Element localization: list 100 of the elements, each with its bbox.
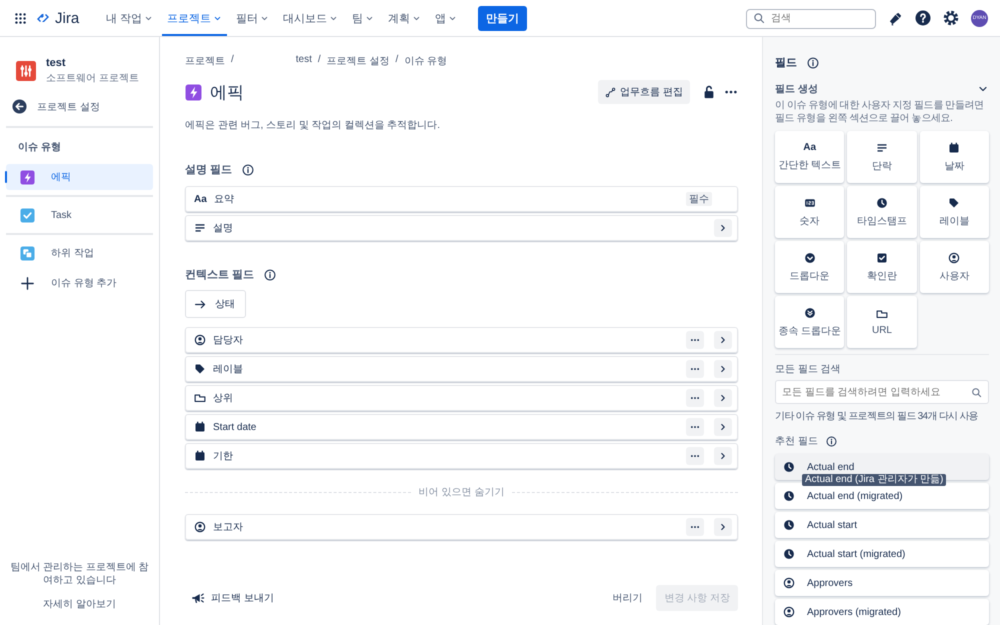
nav-menu[interactable]: 프로젝트	[162, 0, 228, 36]
hint-text: 이 이슈 유형에 대한 사용자 지정 필드를 만들려면 필드 유형을 왼쪽 섹션으로 끌어 놓으세요.	[775, 99, 985, 125]
field-type-card[interactable]: 드롭다운	[775, 241, 844, 293]
field-type-card[interactable]: 날짜	[920, 131, 989, 183]
field-type-label: 드롭다운	[790, 270, 830, 282]
field-row[interactable]: 설명	[185, 215, 738, 241]
feedback-button[interactable]: 피드백 보내기	[185, 587, 280, 609]
field-type-card[interactable]: 확인란	[847, 241, 917, 293]
expand-button[interactable]	[714, 518, 732, 536]
field-type-card[interactable]: Aa 간단한 텍스트	[775, 131, 844, 183]
breadcrumb-link[interactable]: 이슈 유형	[404, 54, 448, 68]
field-type-card[interactable]: URL	[847, 296, 917, 348]
breadcrumb-link[interactable]: 프로젝트	[185, 54, 225, 68]
clock-icon	[876, 196, 888, 208]
issue-type-item[interactable]: 하위 작업	[6, 240, 153, 266]
search-label: 모든 필드 검색	[775, 363, 842, 376]
add-issue-type-item[interactable]: 이슈 유형 추가	[6, 270, 153, 296]
nav-menu[interactable]: 계획	[383, 0, 426, 36]
field-label: 보고자	[213, 521, 244, 534]
expand-button[interactable]	[714, 331, 732, 349]
clock-icon	[783, 461, 795, 473]
field-type-label: 종속 드롭다운	[778, 324, 842, 338]
field-search-input[interactable]: 모든 필드를 검색하려면 입력하세요	[775, 380, 989, 404]
expand-button[interactable]	[714, 447, 732, 465]
field-type-card[interactable]: 종속 드롭다운	[775, 296, 844, 348]
plus-icon	[20, 276, 35, 290]
more-button[interactable]	[686, 360, 704, 378]
person-icon	[783, 606, 795, 618]
field-row[interactable]: 기한	[185, 443, 738, 469]
section-title: 설명 필드	[185, 163, 232, 177]
field-row[interactable]: 담당자	[185, 327, 738, 353]
field-label: 담당자	[213, 334, 244, 347]
help-icon[interactable]	[915, 10, 931, 26]
learn-more-link[interactable]: 자세히 알아보기	[43, 597, 116, 611]
status-chip[interactable]: 상태	[185, 290, 246, 318]
nav-menu[interactable]: 내 작업	[101, 0, 158, 36]
info-icon	[807, 56, 819, 68]
field-type-label: URL	[872, 325, 892, 336]
logo-text: Jira	[55, 10, 80, 26]
discard-button[interactable]: 버리기	[606, 586, 648, 610]
nav-menu[interactable]: 대시보드	[278, 0, 344, 36]
field-label: 레이블	[213, 363, 244, 376]
field-type-label: 사용자	[939, 270, 970, 282]
expand-button[interactable]	[714, 389, 732, 407]
expand-button[interactable]	[714, 360, 732, 378]
person-icon	[194, 521, 206, 533]
field-type-card[interactable]: 숫자	[775, 186, 844, 238]
issue-type-item[interactable]: 에픽	[6, 164, 153, 190]
project-type: 소프트웨어 프로젝트	[46, 72, 139, 85]
clock-icon	[783, 490, 795, 502]
more-button[interactable]	[686, 518, 704, 536]
more-button[interactable]	[686, 447, 704, 465]
hint-text: 기타 이슈 유형 및 프로젝트의 필드 34개 다시 사용	[775, 410, 980, 423]
field-type-card[interactable]: 사용자	[920, 241, 989, 293]
expand-button[interactable]	[714, 418, 732, 436]
suggested-field[interactable]: Actual start	[775, 512, 989, 538]
field-type-card[interactable]: 타임스탬프	[847, 186, 917, 238]
field-label: 설명	[213, 222, 234, 235]
edit-workflow-button[interactable]: 업무흐름 편집	[598, 80, 690, 104]
field-type-card[interactable]: 단락	[847, 131, 917, 183]
search-icon	[971, 387, 982, 398]
breadcrumb-link[interactable]: 프로젝트 설정	[326, 54, 390, 68]
tray-icon	[194, 392, 206, 404]
suggested-field[interactable]: Actual start (migrated)	[775, 541, 989, 567]
suggested-field[interactable]: Actual end (migrated)	[775, 483, 989, 509]
search-field[interactable]: 검색	[746, 8, 876, 28]
calendar-icon	[194, 421, 206, 433]
suggested-field[interactable]: Approvers	[775, 570, 989, 596]
breadcrumb-link[interactable]: test	[296, 54, 312, 68]
field-row[interactable]: Aa 요약 필수	[185, 186, 738, 212]
project-avatar-icon	[16, 61, 36, 81]
lines-icon	[876, 142, 888, 154]
back-link[interactable]: 프로젝트 설정	[6, 85, 153, 122]
back-icon	[12, 99, 27, 114]
suggested-field[interactable]: Approvers (migrated)	[775, 599, 989, 625]
more-button[interactable]	[686, 331, 704, 349]
nav-menu[interactable]: 필터	[231, 0, 274, 36]
apps-icon[interactable]	[14, 12, 27, 24]
settings-icon[interactable]	[943, 10, 959, 26]
page-title: 에픽	[210, 82, 245, 104]
lock-icon[interactable]	[702, 85, 716, 99]
field-label: 기한	[213, 450, 234, 463]
field-type-label: 확인란	[866, 270, 897, 282]
field-type-label: 타임스탬프	[856, 214, 907, 228]
create-button[interactable]: 만들기	[478, 6, 528, 30]
field-row[interactable]: 레이블	[185, 356, 738, 382]
project-name: test	[46, 57, 67, 69]
field-row[interactable]: 상위	[185, 385, 738, 411]
more-button[interactable]	[686, 418, 704, 436]
issue-type-item[interactable]: Task	[6, 202, 153, 228]
field-row[interactable]: Start date	[185, 414, 738, 440]
chevron-circle-icon	[804, 252, 816, 264]
field-row[interactable]: 보고자	[185, 514, 738, 540]
double-chevron-icon	[804, 306, 816, 318]
breadcrumb-separator: /	[231, 54, 234, 67]
expand-button[interactable]	[714, 219, 732, 237]
nav-menu[interactable]: 팀	[347, 0, 380, 36]
more-button[interactable]	[686, 389, 704, 407]
nav-menu[interactable]: 앱	[430, 0, 462, 36]
field-type-card[interactable]: 레이블	[920, 186, 989, 238]
